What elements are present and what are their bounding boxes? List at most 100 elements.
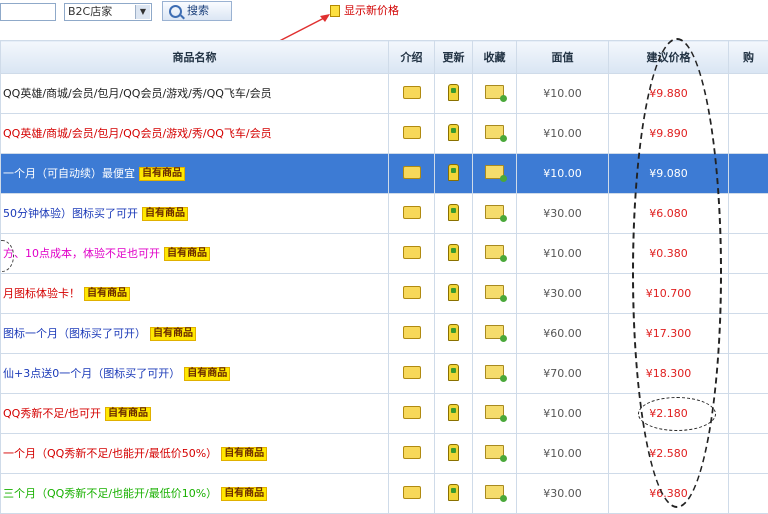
update-cell[interactable] [435, 274, 473, 314]
product-name-cell[interactable]: 仙+3点送0一个月（图标买了可开）自有商品 [1, 354, 389, 394]
product-name-cell[interactable]: 三个月（QQ秀新不足/也能开/最低价10%）自有商品 [1, 474, 389, 514]
favorite-cell[interactable] [473, 194, 517, 234]
intro-icon[interactable] [403, 166, 421, 179]
update-cell[interactable] [435, 354, 473, 394]
product-name[interactable]: 仙+3点送0一个月（图标买了可开） [3, 367, 180, 380]
buy-cell[interactable] [729, 354, 768, 394]
update-icon[interactable] [448, 164, 459, 181]
buy-cell[interactable] [729, 394, 768, 434]
search-input[interactable] [0, 3, 56, 21]
table-row[interactable]: 一个月（可自动续）最便宜自有商品¥10.00¥9.080 [1, 154, 768, 194]
buy-cell[interactable] [729, 234, 768, 274]
buy-cell[interactable] [729, 434, 768, 474]
product-name[interactable]: 三个月（QQ秀新不足/也能开/最低价10%） [3, 487, 217, 500]
product-name[interactable]: 方、10点成本，体验不足也可开 [3, 247, 160, 260]
favorite-folder-icon[interactable] [485, 125, 504, 139]
favorite-cell[interactable] [473, 474, 517, 514]
product-name[interactable]: 一个月（可自动续）最便宜 [3, 167, 135, 180]
chevron-down-icon[interactable]: ▼ [135, 5, 150, 19]
buy-cell[interactable] [729, 114, 768, 154]
intro-icon[interactable] [403, 406, 421, 419]
table-row[interactable]: QQ秀新不足/也可开自有商品¥10.00¥2.180 [1, 394, 768, 434]
favorite-cell[interactable] [473, 354, 517, 394]
favorite-cell[interactable] [473, 274, 517, 314]
col-face-value-header[interactable]: 面值 [517, 41, 609, 74]
intro-icon[interactable] [403, 86, 421, 99]
table-row[interactable]: QQ英雄/商城/会员/包月/QQ会员/游戏/秀/QQ飞车/会员¥10.00¥9.… [1, 114, 768, 154]
intro-cell[interactable] [389, 154, 435, 194]
table-row[interactable]: 仙+3点送0一个月（图标买了可开）自有商品¥70.00¥18.300 [1, 354, 768, 394]
favorite-folder-icon[interactable] [485, 205, 504, 219]
update-cell[interactable] [435, 234, 473, 274]
product-name-cell[interactable]: QQ秀新不足/也可开自有商品 [1, 394, 389, 434]
buy-cell[interactable] [729, 74, 768, 114]
intro-cell[interactable] [389, 314, 435, 354]
store-type-select[interactable]: B2C店家 ▼ [64, 3, 152, 21]
product-name-cell[interactable]: 一个月（可自动续）最便宜自有商品 [1, 154, 389, 194]
intro-icon[interactable] [403, 366, 421, 379]
intro-cell[interactable] [389, 114, 435, 154]
favorite-folder-icon[interactable] [485, 485, 504, 499]
favorite-folder-icon[interactable] [485, 165, 504, 179]
update-icon[interactable] [448, 364, 459, 381]
favorite-folder-icon[interactable] [485, 445, 504, 459]
product-name[interactable]: 50分钟体验）图标买了可开 [3, 207, 138, 220]
buy-cell[interactable] [729, 154, 768, 194]
buy-cell[interactable] [729, 194, 768, 234]
table-row[interactable]: 三个月（QQ秀新不足/也能开/最低价10%）自有商品¥30.00¥6.380 [1, 474, 768, 514]
update-icon[interactable] [448, 324, 459, 341]
product-name[interactable]: 一个月（QQ秀新不足/也能开/最低价50%） [3, 447, 217, 460]
product-name-cell[interactable]: 一个月（QQ秀新不足/也能开/最低价50%）自有商品 [1, 434, 389, 474]
product-name[interactable]: 月图标体验卡！ [3, 287, 80, 300]
table-row[interactable]: 图标一个月（图标买了可开）自有商品¥60.00¥17.300 [1, 314, 768, 354]
product-name-cell[interactable]: QQ英雄/商城/会员/包月/QQ会员/游戏/秀/QQ飞车/会员 [1, 74, 389, 114]
col-suggested-price-header[interactable]: 建议价格 [609, 41, 729, 74]
update-cell[interactable] [435, 74, 473, 114]
intro-icon[interactable] [403, 206, 421, 219]
favorite-cell[interactable] [473, 74, 517, 114]
update-icon[interactable] [448, 84, 459, 101]
intro-icon[interactable] [403, 246, 421, 259]
intro-cell[interactable] [389, 394, 435, 434]
favorite-cell[interactable] [473, 234, 517, 274]
show-new-price-link[interactable]: 显示新价格 [330, 2, 399, 20]
product-name-cell[interactable]: QQ英雄/商城/会员/包月/QQ会员/游戏/秀/QQ飞车/会员 [1, 114, 389, 154]
update-icon[interactable] [448, 404, 459, 421]
buy-cell[interactable] [729, 274, 768, 314]
buy-cell[interactable] [729, 314, 768, 354]
table-row[interactable]: QQ英雄/商城/会员/包月/QQ会员/游戏/秀/QQ飞车/会员¥10.00¥9.… [1, 74, 768, 114]
favorite-cell[interactable] [473, 154, 517, 194]
favorite-folder-icon[interactable] [485, 285, 504, 299]
intro-cell[interactable] [389, 274, 435, 314]
favorite-cell[interactable] [473, 314, 517, 354]
buy-cell[interactable] [729, 474, 768, 514]
update-cell[interactable] [435, 154, 473, 194]
favorite-folder-icon[interactable] [485, 245, 504, 259]
product-name-cell[interactable]: 月图标体验卡！自有商品 [1, 274, 389, 314]
product-name-cell[interactable]: 50分钟体验）图标买了可开自有商品 [1, 194, 389, 234]
intro-cell[interactable] [389, 354, 435, 394]
update-icon[interactable] [448, 244, 459, 261]
update-cell[interactable] [435, 194, 473, 234]
update-icon[interactable] [448, 484, 459, 501]
update-cell[interactable] [435, 474, 473, 514]
table-row[interactable]: 一个月（QQ秀新不足/也能开/最低价50%）自有商品¥10.00¥2.580 [1, 434, 768, 474]
update-cell[interactable] [435, 114, 473, 154]
favorite-folder-icon[interactable] [485, 405, 504, 419]
col-name-header[interactable]: 商品名称 [1, 41, 389, 74]
intro-icon[interactable] [403, 126, 421, 139]
intro-cell[interactable] [389, 194, 435, 234]
favorite-folder-icon[interactable] [485, 85, 504, 99]
product-name-cell[interactable]: 图标一个月（图标买了可开）自有商品 [1, 314, 389, 354]
intro-icon[interactable] [403, 486, 421, 499]
product-name-cell[interactable]: 方、10点成本，体验不足也可开自有商品 [1, 234, 389, 274]
table-row[interactable]: 方、10点成本，体验不足也可开自有商品¥10.00¥0.380 [1, 234, 768, 274]
update-icon[interactable] [448, 284, 459, 301]
intro-icon[interactable] [403, 286, 421, 299]
intro-icon[interactable] [403, 446, 421, 459]
intro-cell[interactable] [389, 474, 435, 514]
intro-icon[interactable] [403, 326, 421, 339]
intro-cell[interactable] [389, 434, 435, 474]
favorite-folder-icon[interactable] [485, 325, 504, 339]
update-cell[interactable] [435, 434, 473, 474]
